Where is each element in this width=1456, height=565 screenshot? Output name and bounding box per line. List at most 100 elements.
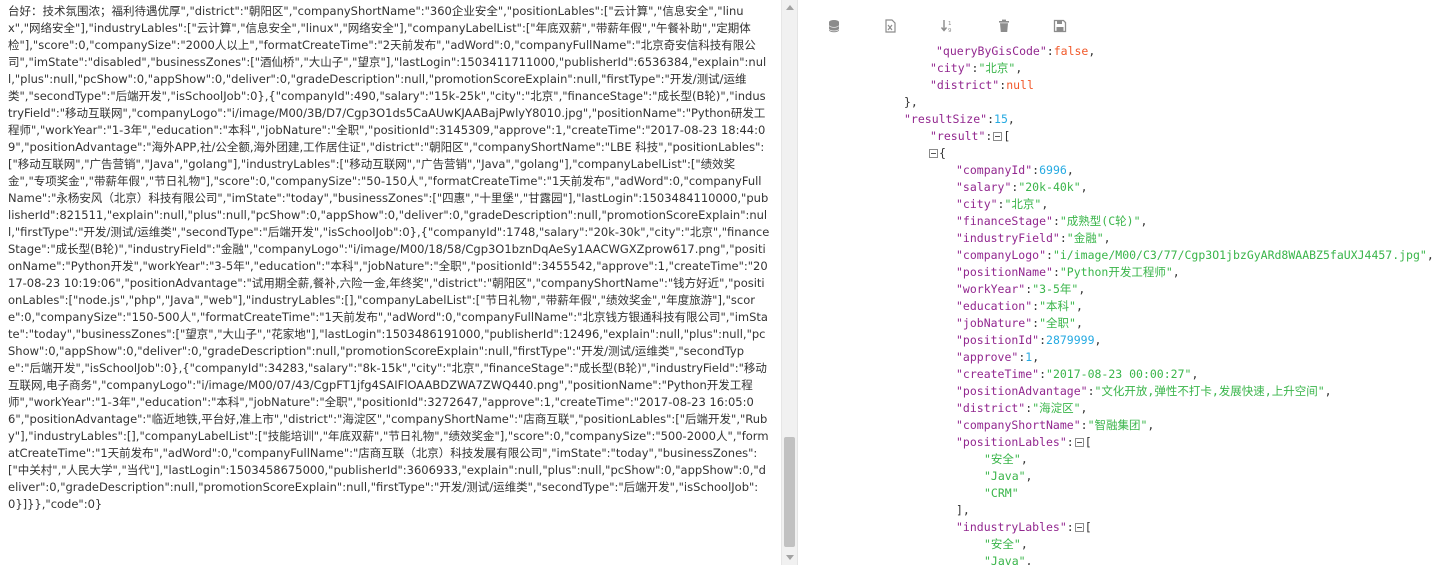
json-key: "queryByGisCode" (936, 44, 1047, 58)
json-comma: , (1088, 44, 1096, 58)
json-comma: , (1015, 61, 1023, 75)
json-key: "approve" (956, 350, 1019, 364)
json-colon: : (1052, 265, 1060, 279)
raw-json-panel[interactable]: 台好：技术氛围浓；福利待遇优厚","district":"朝阳区","compa… (0, 0, 780, 565)
json-key: "education" (956, 299, 1033, 313)
json-comma: , (1075, 299, 1083, 313)
json-line: "resultSize":15, (904, 111, 1015, 128)
json-line: "district":"海淀区", (956, 400, 1087, 417)
json-line: "education":"本科", (956, 298, 1083, 315)
json-colon: : (1039, 333, 1047, 347)
json-array-value: "CRM" (984, 486, 1019, 500)
json-comma: , (1172, 265, 1180, 279)
json-comma: , (1020, 537, 1028, 551)
trash-icon (999, 19, 1009, 32)
json-value: null (1006, 78, 1034, 92)
json-key: "positionName" (956, 265, 1053, 279)
json-comma: , (1066, 163, 1074, 177)
sort-button[interactable]: 1 9 (939, 18, 955, 34)
json-value: false (1053, 44, 1089, 58)
json-tree: "queryByGisCode":false, "city":"北京", "dist… (798, 43, 1456, 565)
formatted-json-panel[interactable]: 1 9 "queryByGisCode":false, "city":"北京", "… (798, 0, 1456, 565)
json-line: "city":"北京", (930, 60, 1022, 77)
json-value: "i/image/M00/C3/77/Cgp3O1jbzGyARd8WAABZ5… (1052, 248, 1427, 262)
json-comma: , (1025, 469, 1033, 483)
json-bracket: [ (1003, 129, 1011, 143)
json-key: "positionAdvantage" (956, 384, 1088, 398)
collapse-toggle-icon[interactable] (1074, 523, 1084, 532)
json-colon: : (985, 129, 993, 143)
left-vertical-scrollbar[interactable] (781, 0, 797, 565)
scroll-down-arrow-icon[interactable] (786, 555, 794, 560)
json-value: "智融集团" (1087, 418, 1148, 432)
json-key: "companyId" (956, 163, 1033, 177)
json-colon: : (1046, 248, 1053, 262)
json-line: "positionLables": [ (956, 434, 1092, 451)
excel-button[interactable] (882, 18, 898, 34)
json-line: "positionAdvantage":"文化开放,弹性不打卡,发展快速,上升空… (956, 383, 1332, 400)
json-comma: , (1020, 452, 1028, 466)
scroll-up-arrow-icon[interactable] (786, 5, 794, 10)
json-comma: , (1041, 197, 1049, 211)
excel-icon (885, 19, 896, 33)
json-bracket: { (939, 146, 946, 160)
json-key: "workYear" (956, 282, 1026, 296)
json-line: "Java", (984, 468, 1032, 485)
json-key: "city" (930, 61, 972, 75)
json-value: "成熟型(C轮)" (1059, 214, 1141, 228)
collapse-toggle-icon[interactable] (1074, 438, 1084, 447)
json-comma: , (1147, 418, 1155, 432)
json-line: "companyLogo":"i/image/M00/C3/77/Cgp3O1j… (956, 247, 1434, 264)
json-colon: : (1046, 44, 1054, 58)
json-key: "companyShortName" (956, 418, 1081, 432)
json-value: 15 (994, 112, 1008, 126)
json-line: "queryByGisCode":false, (936, 43, 1095, 60)
json-colon: : (1066, 435, 1074, 449)
json-value: "本科" (1039, 299, 1076, 313)
json-value: "北京" (1004, 197, 1042, 211)
json-line: "workYear":"3-5年", (956, 281, 1085, 298)
collapse-toggle-icon[interactable] (929, 149, 938, 158)
json-value: "Python开发工程师" (1059, 265, 1173, 279)
json-array-value: "Java" (984, 469, 1026, 483)
json-comma: , (1032, 350, 1040, 364)
json-key: "financeStage" (956, 214, 1053, 228)
json-value: "海淀区" (1032, 401, 1081, 415)
json-line: "companyShortName":"智融集团", (956, 417, 1154, 434)
json-line: "industryLables": [ (956, 519, 1092, 536)
json-value: "全职" (1039, 316, 1076, 330)
json-colon: : (1087, 384, 1095, 398)
json-line: ], (956, 502, 970, 519)
json-line: "安全", (984, 536, 1028, 553)
json-line: "jobNature":"全职", (956, 315, 1083, 332)
json-key: "jobNature" (956, 316, 1033, 330)
json-key: "city" (956, 197, 998, 211)
json-key: "createTime" (956, 367, 1040, 381)
sort-numeric-icon: 1 9 (940, 20, 952, 33)
json-array-value: "Java" (984, 554, 1026, 565)
json-line: "city":"北京", (956, 196, 1048, 213)
json-comma: , (1324, 384, 1332, 398)
json-comma: , (1426, 248, 1434, 262)
json-key: "district" (930, 78, 1000, 92)
json-colon: : (1039, 367, 1047, 381)
collapse-toggle-icon[interactable] (993, 132, 1003, 141)
json-line: "createTime":"2017-08-23 00:00:27", (956, 366, 1198, 383)
json-line: "Java", (984, 553, 1032, 565)
json-line: "salary":"20k-40k", (956, 179, 1088, 196)
json-value: "文化开放,弹性不打卡,发展快速,上升空间" (1094, 384, 1325, 398)
save-button[interactable] (1052, 18, 1068, 34)
json-comma: , (1080, 180, 1088, 194)
json-punctuation: }, (904, 95, 918, 109)
json-line: }, (904, 94, 918, 111)
json-key: "result" (930, 129, 986, 143)
database-button[interactable] (826, 18, 842, 34)
scroll-thumb[interactable] (784, 437, 795, 547)
json-colon: : (1066, 520, 1074, 534)
json-comma: , (1103, 231, 1111, 245)
json-comma: , (1094, 333, 1102, 347)
delete-button[interactable] (996, 18, 1012, 34)
json-colon: : (1059, 231, 1067, 245)
json-key: "district" (956, 401, 1026, 415)
json-comma: , (1075, 316, 1083, 330)
